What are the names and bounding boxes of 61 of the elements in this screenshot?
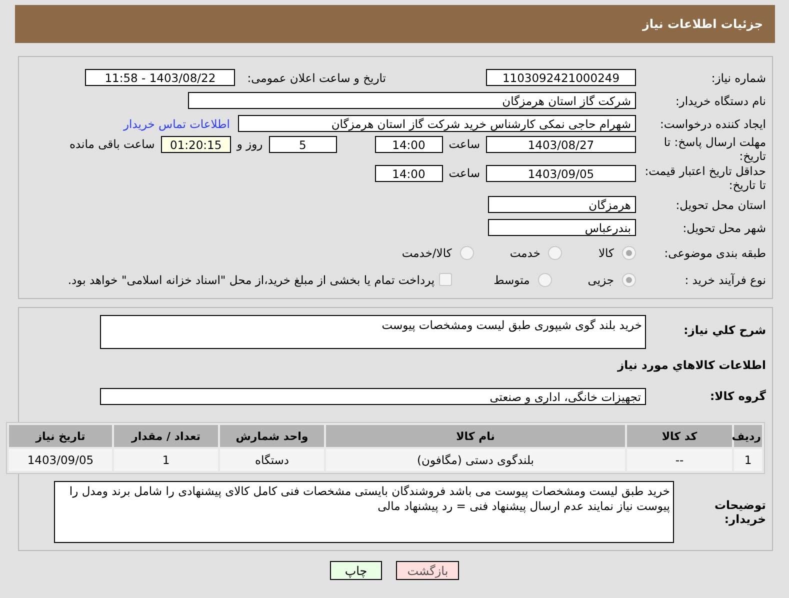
buyer-contact-link[interactable]: اطلاعات تماس خریدار: [123, 116, 230, 130]
radio-button[interactable]: [622, 246, 636, 260]
table-cell: دستگاه: [220, 449, 324, 471]
table-cell: --: [627, 449, 732, 471]
field-label: طبقه بندی موضوعی:: [663, 246, 767, 260]
checkbox[interactable]: [438, 273, 452, 286]
field-label: توضیحات خریدار:: [714, 498, 767, 526]
radio-label: خدمت: [510, 246, 540, 260]
column-header: تعداد / مقدار: [114, 425, 218, 447]
radio-label: کالا: [598, 246, 614, 260]
field-label: گروه کالا:: [709, 389, 767, 403]
field-label: ساعت باقی مانده: [70, 137, 155, 151]
deadline-time-field[interactable]: 14:00: [374, 136, 443, 153]
province-field[interactable]: هرمزگان: [488, 196, 636, 213]
radio-button[interactable]: [538, 272, 552, 286]
field-label: شماره نیاز:: [710, 70, 767, 84]
radio-label: کالا/خدمت: [402, 246, 452, 260]
field-label: حداقل تاریخ اعتبار قیمت: تا تاریخ:: [644, 164, 767, 192]
field-label: نوع فرآیند خرید :: [684, 272, 767, 286]
description-textarea[interactable]: خرید بلند گوی شیپوری طبق لیست ومشخصات پیوست: [100, 315, 646, 349]
city-field[interactable]: بندرعباس: [488, 219, 636, 236]
radio-button[interactable]: [460, 246, 474, 260]
field-label: ساعت: [448, 166, 480, 180]
remaining-time-field[interactable]: 01:20:15: [160, 136, 231, 153]
announce-date-field[interactable]: 1403/08/22 - 11:58: [85, 69, 236, 86]
field-label: روز و: [236, 137, 263, 151]
field-label: شرح کلي نياز:: [682, 323, 767, 337]
radio-label: متوسط: [494, 272, 530, 286]
print-button[interactable]: چاپ: [330, 561, 382, 580]
table-cell: 1403/09/05: [9, 449, 112, 471]
validity-time-field[interactable]: 14:00: [374, 165, 443, 182]
field-label: استان محل تحویل:: [674, 198, 767, 212]
buyer-notes-textarea[interactable]: خرید طبق لیست ومشخصات پیوست می باشد فروشندگان بایستی مشخصات فنی کامل کالای پیشنهادی را شامل برند ومدل را پیوست نیاز نمایند عدم ارسال پیشنهاد فنی = رد پیشنهاد مالی: [54, 481, 674, 543]
field-label: مهلت ارسال پاسخ: تا تاریخ:: [662, 135, 767, 163]
table-cell: 1: [114, 449, 218, 471]
requester-field[interactable]: شهرام حاجی نمکی کارشناس خرید شرکت گاز استان هرمزگان: [238, 115, 636, 132]
back-button[interactable]: بازگشت: [396, 561, 460, 580]
radio-button[interactable]: [548, 246, 562, 260]
section-heading: اطلاعات کالاهاي مورد نياز: [616, 358, 767, 374]
field-label: نام دستگاه خریدار:: [674, 94, 767, 108]
goods-group-field[interactable]: تجهیزات خانگی، اداری و صنعتی: [100, 388, 646, 404]
need-number-field[interactable]: 1103092421000249: [486, 69, 636, 86]
radio-button[interactable]: [622, 272, 636, 286]
payment-note: پرداخت تمام یا بخشی از مبلغ خرید،از محل "اسناد خزانه اسلامی" خواهد بود.: [68, 272, 435, 286]
page-title: جزئیات اطلاعات نیاز: [642, 17, 763, 31]
validity-date-field[interactable]: 1403/09/05: [486, 165, 636, 182]
table-cell: بلندگوی دستی (مگافون): [326, 449, 625, 471]
field-label: ساعت: [448, 137, 480, 151]
deadline-date-field[interactable]: 1403/08/27: [486, 136, 636, 153]
column-header: نام کالا: [326, 425, 625, 447]
days-field[interactable]: 5: [268, 136, 337, 153]
field-label: ایجاد کننده درخواست:: [659, 116, 767, 130]
field-label: تاریخ و ساعت اعلان عمومی:: [247, 70, 386, 84]
column-header: واحد شمارش: [220, 425, 324, 447]
radio-label: جزیی: [588, 272, 614, 286]
column-header: تاریخ نیاز: [9, 425, 112, 447]
table-cell: 1: [734, 449, 762, 471]
buyer-org-field[interactable]: شرکت گاز استان هرمزگان: [188, 92, 636, 109]
column-header: ردیف: [734, 425, 762, 447]
field-label: شهر محل تحویل:: [682, 220, 767, 234]
column-header: کد کالا: [627, 425, 732, 447]
